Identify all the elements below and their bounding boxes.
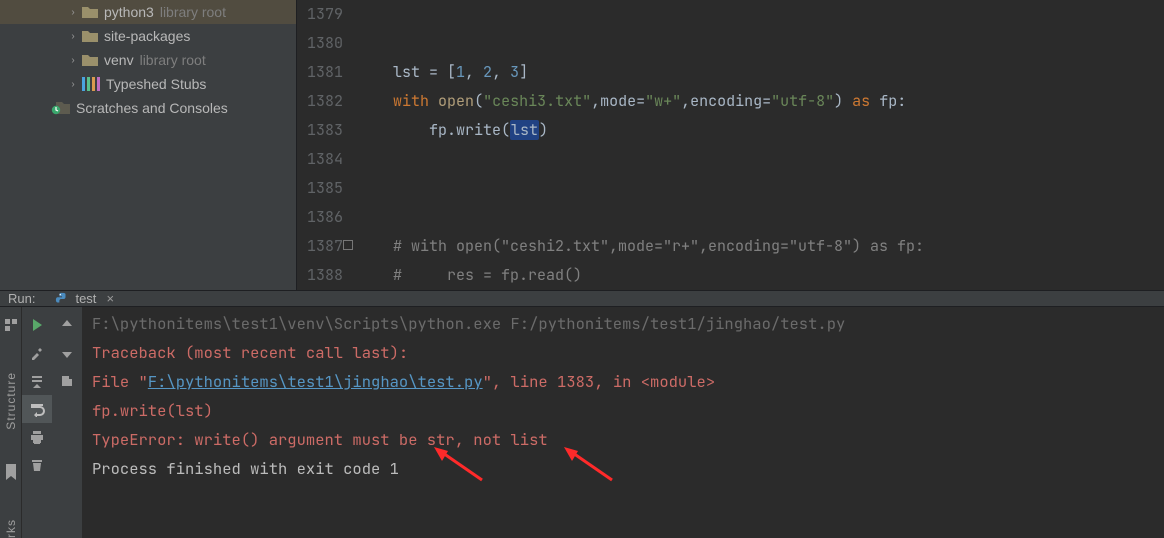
run-toolwindow-header[interactable]: Run: test × bbox=[0, 290, 1164, 307]
code-line bbox=[357, 174, 1164, 203]
console-line: fp.write(lst) bbox=[92, 396, 1164, 425]
console-line: F:\pythonitems\test1\venv\Scripts\python… bbox=[92, 309, 1164, 338]
console-output[interactable]: F:\pythonitems\test1\venv\Scripts\python… bbox=[82, 307, 1164, 538]
typeshed-icon bbox=[82, 77, 100, 91]
down-button[interactable] bbox=[52, 339, 82, 367]
code-area[interactable]: lst = [1, 2, 3] with open("ceshi3.txt",m… bbox=[357, 0, 1164, 290]
folder-icon bbox=[82, 5, 98, 19]
scroll-to-end-button[interactable] bbox=[22, 367, 52, 395]
code-line bbox=[357, 145, 1164, 174]
tree-item-label: site-packages bbox=[104, 28, 190, 44]
rerun-button[interactable] bbox=[22, 311, 52, 339]
code-line: lst = [1, 2, 3] bbox=[357, 58, 1164, 87]
tree-item-label: Typeshed Stubs bbox=[106, 76, 206, 92]
code-editor[interactable]: 1379 1380 1381 1382 1383 1384 1385 1386 … bbox=[297, 0, 1164, 290]
chevron-right-icon: › bbox=[64, 55, 82, 66]
left-toolwindow-strip[interactable]: Structure Bookmarks bbox=[0, 307, 22, 538]
up-button[interactable] bbox=[52, 311, 82, 339]
console-line: TypeError: write() argument must be str,… bbox=[92, 425, 1164, 454]
tree-item-label: python3 bbox=[104, 4, 154, 20]
tree-item-site-packages[interactable]: › site-packages bbox=[0, 24, 296, 48]
project-tree[interactable]: › python3 library root › site-packages › bbox=[0, 0, 297, 290]
structure-label: Structure bbox=[4, 372, 18, 430]
console-line: Traceback (most recent call last): bbox=[92, 338, 1164, 367]
run-action-column-2 bbox=[52, 307, 82, 538]
run-tab[interactable]: test × bbox=[47, 291, 122, 306]
fold-icon[interactable] bbox=[343, 240, 353, 250]
code-line: with open("ceshi3.txt",mode="w+",encodin… bbox=[357, 87, 1164, 116]
tree-item-typeshed[interactable]: › Typeshed Stubs bbox=[0, 72, 296, 96]
file-link[interactable]: F:\pythonitems\test1\jinghao\test.py bbox=[148, 371, 483, 392]
delete-button[interactable] bbox=[22, 451, 52, 479]
run-action-column-1 bbox=[22, 307, 52, 538]
tree-item-python3[interactable]: › python3 library root bbox=[0, 0, 296, 24]
print-button[interactable] bbox=[22, 423, 52, 451]
code-line bbox=[357, 203, 1164, 232]
bookmarks-toolwindow-button[interactable] bbox=[4, 464, 18, 485]
structure-toolwindow-button[interactable] bbox=[3, 317, 19, 338]
run-tab-label: test bbox=[75, 291, 96, 306]
bookmarks-label: Bookmarks bbox=[4, 519, 18, 538]
tree-item-label: venv bbox=[104, 52, 134, 68]
console-line: File "F:\pythonitems\test1\jinghao\test.… bbox=[92, 367, 1164, 396]
chevron-right-icon: › bbox=[64, 7, 82, 18]
chevron-right-icon: › bbox=[64, 79, 82, 90]
code-line bbox=[357, 0, 1164, 29]
tree-item-label: Scratches and Consoles bbox=[76, 100, 228, 116]
tree-item-suffix: library root bbox=[160, 4, 226, 20]
tree-item-venv[interactable]: › venv library root bbox=[0, 48, 296, 72]
code-line: fp.write(lst) bbox=[357, 116, 1164, 145]
settings-button[interactable] bbox=[22, 339, 52, 367]
close-icon[interactable]: × bbox=[106, 291, 114, 306]
tree-item-scratches[interactable]: › Scratches and Consoles bbox=[0, 96, 296, 120]
console-line: Process finished with exit code 1 bbox=[92, 454, 1164, 483]
python-icon bbox=[55, 292, 69, 306]
folder-icon bbox=[82, 53, 98, 67]
chevron-right-icon: › bbox=[64, 31, 82, 42]
soft-wrap-button[interactable] bbox=[22, 395, 52, 423]
code-line bbox=[357, 29, 1164, 58]
tree-item-suffix: library root bbox=[140, 52, 206, 68]
code-line: # with open("ceshi2.txt",mode="r+",encod… bbox=[357, 232, 1164, 261]
code-line: # res = fp.read() bbox=[357, 261, 1164, 290]
run-title: Run: bbox=[8, 291, 35, 306]
export-button[interactable] bbox=[52, 367, 82, 395]
folder-icon bbox=[82, 29, 98, 43]
scratches-icon bbox=[54, 101, 70, 115]
